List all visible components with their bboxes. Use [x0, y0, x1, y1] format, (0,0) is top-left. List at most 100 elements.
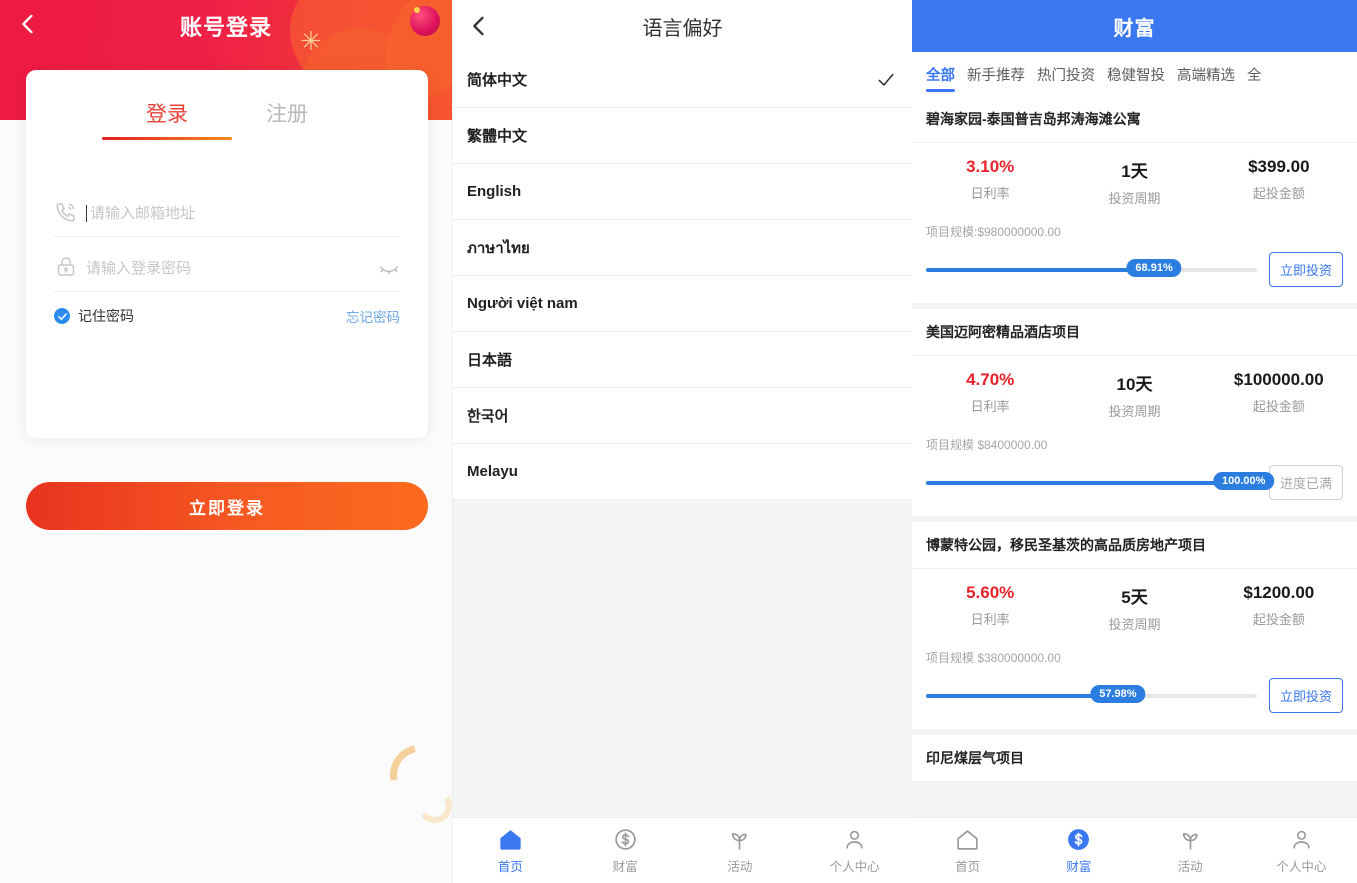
tab-login[interactable]: 登录 — [146, 98, 188, 140]
chevron-left-icon — [473, 16, 484, 36]
invest-button: 进度已满 — [1268, 465, 1343, 500]
progress-fill — [926, 480, 1257, 485]
wealth-header: 财富 — [912, 0, 1357, 52]
progress-badge: 68.91% — [1126, 258, 1182, 277]
language-item-english[interactable]: English — [453, 164, 912, 220]
progress-fill — [926, 267, 1155, 272]
tab-register[interactable]: 注册 — [266, 98, 308, 140]
tab-profile[interactable]: 个人中心 — [797, 826, 912, 875]
home-icon — [955, 826, 981, 852]
tab-premium[interactable]: 高端精选 — [1177, 52, 1235, 96]
tab-beginner[interactable]: 新手推荐 — [967, 52, 1025, 96]
page-title: 语言偏好 — [642, 17, 723, 40]
tab-overflow[interactable]: 全 — [1247, 52, 1262, 96]
language-item-simplified-chinese[interactable]: 简体中文 — [453, 52, 912, 108]
page-title: 账号登录 — [179, 15, 272, 40]
language-label: ภาษาไทย — [467, 239, 530, 257]
progress-badge: 57.98% — [1090, 684, 1146, 703]
stat-minimum: $100000.00 起投金额 — [1207, 370, 1351, 420]
tab-stable[interactable]: 稳健智投 — [1107, 52, 1165, 96]
tab-label: 首页 — [955, 860, 981, 874]
progress-bar: 57.98% — [926, 684, 1257, 707]
auth-tabs: 登录 注册 — [26, 70, 428, 140]
stat-label: 日利率 — [970, 399, 1010, 414]
stat-label: 投资周期 — [1108, 617, 1161, 632]
progress-bar: 68.91% — [926, 258, 1257, 281]
password-field-row — [54, 237, 400, 292]
stat-label: 投资周期 — [1108, 404, 1161, 419]
tab-activity[interactable]: 活动 — [683, 826, 798, 875]
progress-bar: 100.00% — [926, 471, 1275, 494]
language-item-malay[interactable]: Melayu — [453, 444, 912, 500]
invest-button[interactable]: 立即投资 — [1268, 252, 1343, 287]
language-item-japanese[interactable]: 日本語 — [453, 332, 912, 388]
tab-label: 活动 — [1177, 860, 1203, 874]
check-circle-icon — [54, 308, 70, 324]
chevron-left-icon — [22, 14, 33, 34]
email-input[interactable] — [90, 204, 400, 222]
lock-icon — [54, 255, 86, 281]
tab-activity[interactable]: 活动 — [1135, 826, 1246, 875]
language-label: 日本語 — [467, 352, 513, 369]
page-title: 财富 — [1113, 17, 1156, 40]
product-card[interactable]: 碧海家园-泰国普吉岛邦涛海滩公寓 3.10% 日利率 1天 投资周期 $399.… — [912, 96, 1357, 303]
tab-wealth[interactable]: 财富 — [1023, 826, 1134, 875]
tab-home[interactable]: 首页 — [453, 826, 568, 875]
stat-minimum: $1200.00 起投金额 — [1207, 583, 1351, 633]
stat-minimum: $399.00 起投金额 — [1207, 157, 1351, 207]
eye-closed-icon[interactable] — [378, 257, 400, 279]
language-label: Người việt nam — [467, 295, 578, 312]
tab-popular[interactable]: 热门投资 — [1037, 52, 1095, 96]
password-input[interactable] — [86, 259, 400, 277]
stat-rate: 3.10% 日利率 — [918, 157, 1062, 207]
tab-label: 个人中心 — [1276, 860, 1327, 874]
product-stats: 4.70% 日利率 10天 投资周期 $100000.00 起投金额 — [912, 356, 1357, 424]
language-list: 简体中文 繁體中文 English ภาษาไทย Người việt nam — [453, 52, 912, 500]
stat-label: 投资周期 — [1108, 191, 1161, 206]
progress-fill — [926, 693, 1118, 698]
project-scale: 项目规模:$980000000.00 — [926, 225, 1061, 239]
dollar-circle-icon — [612, 826, 638, 852]
tab-wealth[interactable]: 财富 — [568, 826, 683, 875]
back-button[interactable] — [14, 10, 42, 38]
product-card[interactable]: 博蒙特公园，移民圣基茨的高品质房地产项目 5.60% 日利率 5天 投资周期 $… — [912, 522, 1357, 729]
language-item-thai[interactable]: ภาษาไทย — [453, 220, 912, 276]
tab-label: 财富 — [612, 860, 638, 874]
language-item-korean[interactable]: 한국어 — [453, 388, 912, 444]
project-scale: 项目规模 $380000000.00 — [926, 651, 1061, 665]
home-icon — [497, 826, 523, 852]
stat-value: 5.60% — [966, 583, 1015, 602]
product-title: 博蒙特公园，移民圣基茨的高品质房地产项目 — [912, 522, 1357, 569]
language-item-vietnamese[interactable]: Người việt nam — [453, 276, 912, 332]
remember-password-label: 记住密码 — [78, 308, 134, 324]
login-submit-button[interactable]: 立即登录 — [26, 482, 428, 530]
person-icon — [1288, 826, 1314, 852]
invest-button[interactable]: 立即投资 — [1268, 678, 1343, 713]
remember-row: 记住密码 忘记密码 — [54, 306, 400, 326]
stat-label: 起投金额 — [1252, 612, 1305, 627]
list-empty-space — [453, 500, 912, 800]
language-item-traditional-chinese[interactable]: 繁體中文 — [453, 108, 912, 164]
stat-label: 日利率 — [970, 612, 1010, 627]
stat-label: 起投金额 — [1252, 186, 1305, 201]
tab-label: 首页 — [497, 860, 523, 874]
language-label: English — [467, 183, 522, 200]
sprout-icon — [727, 826, 753, 852]
tab-home[interactable]: 首页 — [912, 826, 1023, 875]
tab-all[interactable]: 全部 — [926, 52, 955, 96]
product-list[interactable]: 碧海家园-泰国普吉岛邦涛海滩公寓 3.10% 日利率 1天 投资周期 $399.… — [912, 96, 1357, 851]
phone-icon — [54, 200, 86, 226]
screenshot-stage: ✳ 账号登录 登录 注册 请输入邮箱地址 记住密码 忘记密码 立即登录 语言偏好… — [0, 0, 1357, 883]
product-card[interactable]: 美国迈阿密精品酒店项目 4.70% 日利率 10天 投资周期 $100000.0… — [912, 309, 1357, 516]
language-header: 语言偏好 — [453, 0, 912, 52]
forgot-password-link[interactable]: 忘记密码 — [346, 306, 400, 326]
login-screen: ✳ 账号登录 登录 注册 请输入邮箱地址 记住密码 忘记密码 立即登录 — [0, 0, 452, 883]
stat-value: 4.70% — [966, 370, 1015, 389]
stat-period: 1天 投资周期 — [1062, 157, 1206, 207]
remember-password-checkbox[interactable]: 记住密码 — [54, 306, 134, 326]
stat-label: 日利率 — [970, 186, 1010, 201]
stat-value: 10天 — [1116, 375, 1153, 394]
product-card[interactable]: 印尼煤层气项目 — [912, 735, 1357, 782]
back-button[interactable] — [465, 12, 493, 40]
tab-profile[interactable]: 个人中心 — [1246, 826, 1357, 875]
